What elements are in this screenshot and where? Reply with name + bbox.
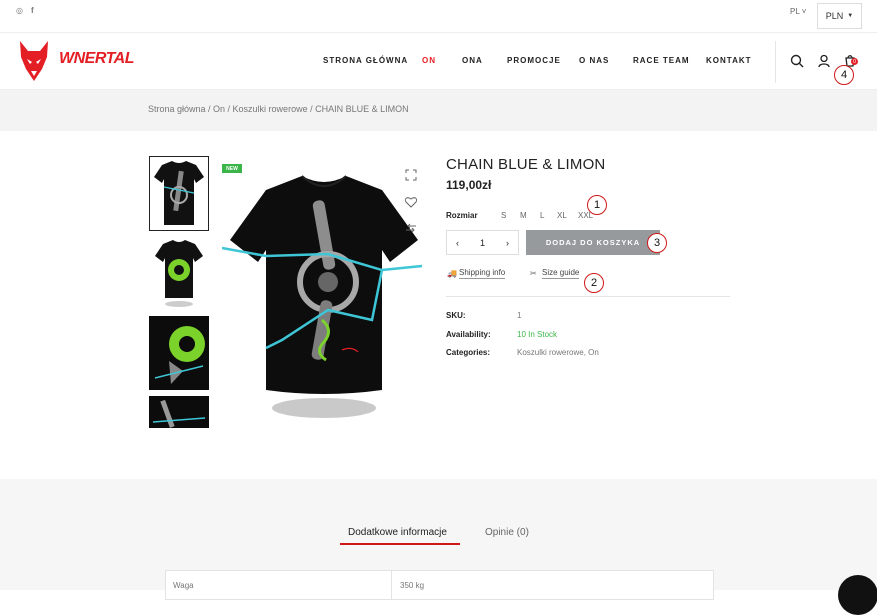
info-divider bbox=[446, 296, 730, 297]
main-header: WNERTAL STRONA GŁÓWNA ON ONA PROMOCJE O … bbox=[0, 33, 877, 90]
currency-value: PLN bbox=[825, 11, 844, 21]
sku-label: SKU: bbox=[446, 311, 466, 320]
additional-info-table bbox=[165, 570, 714, 600]
tshirt-thumbnail-image bbox=[154, 161, 204, 225]
add-to-cart-button[interactable]: DODAJ DO KOSZYKA bbox=[526, 230, 660, 255]
product-main-image[interactable] bbox=[222, 170, 422, 430]
nav-ona[interactable]: ONA bbox=[462, 56, 483, 65]
wolf-logo-icon[interactable] bbox=[18, 39, 50, 83]
nav-promocje[interactable]: PROMOCJE bbox=[507, 56, 561, 65]
cassette-print-thumbnail-image bbox=[154, 326, 205, 384]
increase-quantity-button[interactable]: › bbox=[506, 238, 509, 248]
gallery-thumbnail-2[interactable] bbox=[149, 236, 209, 311]
table-cell-label: Waga bbox=[173, 581, 194, 590]
nav-kontakt[interactable]: KONTAKT bbox=[706, 56, 752, 65]
size-option-xl[interactable]: XL bbox=[557, 211, 567, 220]
user-account-icon[interactable] bbox=[816, 53, 832, 69]
brand-logo-text[interactable]: WNERTAL bbox=[59, 50, 135, 68]
gallery-thumbnail-1[interactable] bbox=[149, 156, 209, 231]
search-icon[interactable] bbox=[789, 53, 805, 69]
callout-marker-3: 3 bbox=[647, 233, 667, 253]
cart-count-badge: 0 bbox=[851, 58, 858, 65]
table-column-divider bbox=[391, 570, 392, 600]
top-bar: ◎ f PL ˅ PLN ▼ bbox=[0, 0, 877, 33]
tshirt-back-thumbnail-image bbox=[155, 240, 203, 307]
callout-marker-4: 4 bbox=[834, 65, 854, 85]
categories-value[interactable]: Koszulki rowerowe, On bbox=[517, 348, 599, 357]
breadcrumb[interactable]: Strona główna / On / Koszulki rowerowe /… bbox=[148, 104, 409, 114]
chat-widget-button[interactable] bbox=[838, 575, 877, 615]
expand-icon[interactable] bbox=[404, 168, 418, 182]
chevron-down-icon: ▼ bbox=[847, 13, 854, 19]
instagram-icon[interactable]: ◎ bbox=[16, 6, 23, 15]
nav-race-team[interactable]: RACE TEAM bbox=[633, 56, 690, 65]
header-divider bbox=[775, 41, 776, 83]
quantity-value[interactable]: 1 bbox=[480, 238, 485, 248]
availability-label: Availability: bbox=[446, 330, 491, 339]
categories-label: Categories: bbox=[446, 348, 491, 357]
wishlist-heart-icon[interactable] bbox=[404, 195, 418, 209]
availability-value: 10 In Stock bbox=[517, 330, 558, 339]
callout-marker-1: 1 bbox=[587, 195, 607, 215]
product-title: CHAIN BLUE & LIMON bbox=[446, 156, 606, 173]
truck-icon: 🚚 bbox=[447, 269, 457, 278]
quantity-stepper: ‹ 1 › bbox=[446, 230, 519, 255]
active-tab-indicator bbox=[340, 543, 460, 545]
compare-icon[interactable] bbox=[404, 221, 418, 235]
tab-additional-info[interactable]: Dodatkowe informacje bbox=[348, 527, 447, 538]
callout-marker-2: 2 bbox=[584, 273, 604, 293]
nav-on[interactable]: ON bbox=[422, 56, 436, 65]
size-label: Rozmiar bbox=[446, 211, 478, 220]
product-price: 119,00zł bbox=[446, 178, 492, 192]
nav-o-nas[interactable]: O NAS bbox=[579, 56, 609, 65]
language-select[interactable]: PL ˅ bbox=[790, 7, 806, 16]
facebook-icon[interactable]: f bbox=[31, 6, 34, 15]
gallery-thumbnail-3[interactable] bbox=[149, 316, 209, 390]
breadcrumb-band: Strona główna / On / Koszulki rowerowe /… bbox=[0, 90, 877, 131]
scissors-icon: ✂ bbox=[530, 269, 537, 278]
decrease-quantity-button[interactable]: ‹ bbox=[456, 238, 459, 248]
nav-home[interactable]: STRONA GŁÓWNA bbox=[323, 56, 408, 65]
table-cell-value: 350 kg bbox=[400, 581, 425, 590]
tab-reviews[interactable]: Opinie (0) bbox=[485, 527, 529, 538]
crank-print-thumbnail-image bbox=[152, 399, 206, 428]
size-guide-link[interactable]: Size guide bbox=[542, 268, 580, 279]
sku-value: 1 bbox=[517, 311, 522, 320]
size-option-l[interactable]: L bbox=[540, 211, 544, 220]
currency-select[interactable]: PLN ▼ bbox=[817, 3, 862, 29]
gallery-thumbnail-4[interactable] bbox=[149, 396, 209, 428]
shipping-info-link[interactable]: Shipping info bbox=[459, 268, 506, 279]
size-option-m[interactable]: M bbox=[520, 211, 527, 220]
size-option-s[interactable]: S bbox=[501, 211, 506, 220]
